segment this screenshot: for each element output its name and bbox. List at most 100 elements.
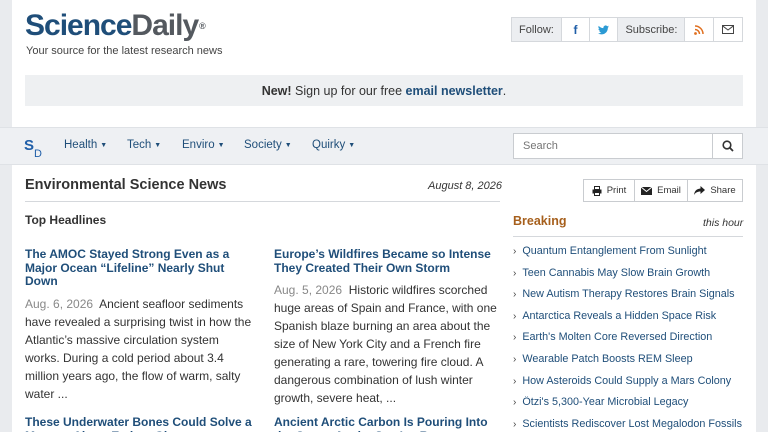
- logo-reg: ®: [199, 21, 206, 31]
- nav-logo-d: D: [34, 148, 42, 160]
- story-card: The AMOC Stayed Strong Even as a Major O…: [25, 247, 253, 403]
- logo-daily: Daily: [131, 9, 199, 42]
- breaking-divider: [513, 236, 743, 237]
- search-icon: [721, 140, 734, 152]
- page-title: Environmental Science News: [25, 177, 227, 193]
- share-button[interactable]: Share: [688, 180, 742, 201]
- story-title-link[interactable]: The AMOC Stayed Strong Even as a Major O…: [25, 247, 253, 289]
- chevron-right-icon: ›: [513, 246, 517, 257]
- story-title-link[interactable]: These Underwater Bones Could Solve a Mys…: [25, 415, 253, 432]
- caret-down-icon: ▼: [284, 142, 292, 149]
- chevron-right-icon: ›: [513, 267, 517, 279]
- facebook-icon: f: [573, 22, 578, 37]
- site-logo[interactable]: ScienceDaily®: [25, 8, 206, 44]
- nav-logo-s: S: [24, 137, 35, 154]
- breaking-item[interactable]: › Antarctica Reveals a Hidden Space Risk: [513, 310, 745, 332]
- email-subscribe-link[interactable]: [713, 18, 742, 41]
- nav-home-logo[interactable]: SD: [24, 137, 42, 160]
- print-label: Print: [606, 185, 627, 196]
- breaking-item[interactable]: › New Autism Therapy Restores Brain Signa…: [513, 288, 745, 310]
- search-input[interactable]: [513, 133, 713, 159]
- breaking-item[interactable]: › Ötzi's 5,300-Year Microbial Legacy: [513, 396, 745, 418]
- story-title-link[interactable]: Ancient Arctic Carbon Is Pouring Into th…: [274, 415, 502, 432]
- breaking-item-label: Quantum Entanglement From Sunlight: [522, 245, 707, 257]
- share-label: Share: [710, 185, 736, 196]
- story-title-link[interactable]: Europe’s Wildfires Became so Intense The…: [274, 247, 502, 275]
- subscribe-label: Subscribe:: [618, 18, 686, 41]
- page: ScienceDaily® Your source for the latest…: [0, 0, 768, 432]
- story-summary: Aug. 6, 2026 Ancient seafloor sediments …: [25, 295, 253, 403]
- caret-down-icon: ▼: [348, 142, 356, 149]
- banner-new-label: New!: [261, 83, 292, 98]
- chevron-right-icon: ›: [513, 332, 517, 344]
- nav-health[interactable]: Health ▼: [64, 139, 107, 151]
- story-summary: Aug. 5, 2026 Historic wildfires scorched…: [274, 281, 502, 407]
- breaking-item[interactable]: › Teen Cannabis May Slow Brain Growth: [513, 267, 745, 289]
- banner-end: .: [502, 83, 507, 98]
- email-label: Email: [657, 185, 681, 196]
- twitter-link[interactable]: [590, 18, 619, 41]
- breaking-subtitle: this hour: [703, 217, 744, 229]
- search-button[interactable]: [712, 133, 743, 159]
- newsletter-banner: New! Sign up for our free email newslett…: [25, 75, 743, 106]
- print-button[interactable]: Print: [584, 180, 635, 201]
- story-card: Ancient Arctic Carbon Is Pouring Into th…: [274, 415, 502, 432]
- logo-science: Science: [25, 9, 132, 42]
- breaking-item-label: Antarctica Reveals a Hidden Space Risk: [522, 309, 717, 322]
- breaking-item[interactable]: › How Asteroids Could Supply a Mars Colon…: [513, 375, 745, 397]
- breaking-list: › Quantum Entanglement From Sunlight › Tee…: [513, 245, 745, 432]
- nav-label: Quirky: [312, 139, 346, 151]
- caret-down-icon: ▼: [100, 142, 108, 149]
- chevron-right-icon: ›: [513, 310, 517, 322]
- breaking-item[interactable]: › Quantum Entanglement From Sunlight: [513, 245, 745, 267]
- chevron-right-icon: ›: [513, 353, 517, 365]
- chevron-right-icon: ›: [513, 418, 517, 430]
- tagline: Your source for the latest research news: [26, 45, 223, 57]
- top-headlines-heading: Top Headlines: [25, 213, 107, 227]
- nav-quirky[interactable]: Quirky ▼: [312, 139, 355, 151]
- nav-society[interactable]: Society ▼: [244, 139, 292, 151]
- nav-tech[interactable]: Tech ▼: [127, 139, 161, 151]
- main-nav: SD Health ▼ Tech ▼ Enviro ▼ Society ▼ Quirky…: [0, 127, 768, 165]
- breaking-item-label: Wearable Patch Boosts REM Sleep: [522, 352, 693, 365]
- breaking-item[interactable]: › Earth's Molten Core Reversed Direction: [513, 331, 745, 353]
- breaking-item-label: How Asteroids Could Supply a Mars Colony: [522, 374, 732, 387]
- breaking-item[interactable]: › Wearable Patch Boosts REM Sleep: [513, 353, 745, 375]
- rss-icon: [694, 24, 704, 35]
- nav-label: Enviro: [182, 139, 215, 151]
- caret-down-icon: ▼: [154, 142, 162, 149]
- breaking-item-label: New Autism Therapy Restores Brain Signal…: [522, 288, 735, 301]
- nav-label: Tech: [127, 139, 152, 151]
- email-icon: [641, 186, 653, 195]
- nav-label: Health: [64, 139, 98, 151]
- page-date: August 8, 2026: [428, 180, 503, 192]
- chevron-right-icon: ›: [513, 289, 517, 301]
- twitter-icon: [598, 24, 610, 34]
- chevron-right-icon: ›: [513, 397, 517, 409]
- rss-link[interactable]: [685, 18, 714, 41]
- story-text: Ancient seafloor sediments have revealed…: [25, 296, 252, 401]
- title-divider: [25, 201, 500, 202]
- breaking-item-label: Scientists Rediscover Lost Megalodon Fos…: [522, 417, 742, 430]
- follow-label: Follow:: [512, 18, 562, 41]
- newsletter-link[interactable]: email newsletter: [406, 84, 503, 98]
- print-icon: [592, 185, 602, 196]
- breaking-item[interactable]: › Scientists Rediscover Lost Megalodon Fo…: [513, 418, 745, 432]
- story-date: Aug. 5, 2026: [274, 283, 343, 297]
- email-button[interactable]: Email: [635, 180, 688, 201]
- share-icon: [694, 186, 706, 195]
- nav-enviro[interactable]: Enviro ▼: [182, 139, 225, 151]
- breaking-item-label: Ötzi's 5,300-Year Microbial Legacy: [522, 396, 689, 409]
- breaking-item-label: Teen Cannabis May Slow Brain Growth: [522, 266, 711, 279]
- breaking-item-label: Earth's Molten Core Reversed Direction: [522, 331, 713, 344]
- social-bar: Follow: f Subscribe:: [511, 17, 743, 42]
- story-card: Europe’s Wildfires Became so Intense The…: [274, 247, 502, 407]
- breaking-heading: Breaking: [513, 214, 567, 228]
- facebook-link[interactable]: f: [561, 18, 591, 41]
- caret-down-icon: ▼: [217, 142, 225, 149]
- story-date: Aug. 6, 2026: [25, 296, 94, 311]
- chevron-right-icon: ›: [513, 375, 517, 387]
- nav-label: Society: [244, 139, 282, 151]
- story-card: These Underwater Bones Could Solve a Mys…: [25, 415, 253, 432]
- envelope-icon: [721, 25, 734, 34]
